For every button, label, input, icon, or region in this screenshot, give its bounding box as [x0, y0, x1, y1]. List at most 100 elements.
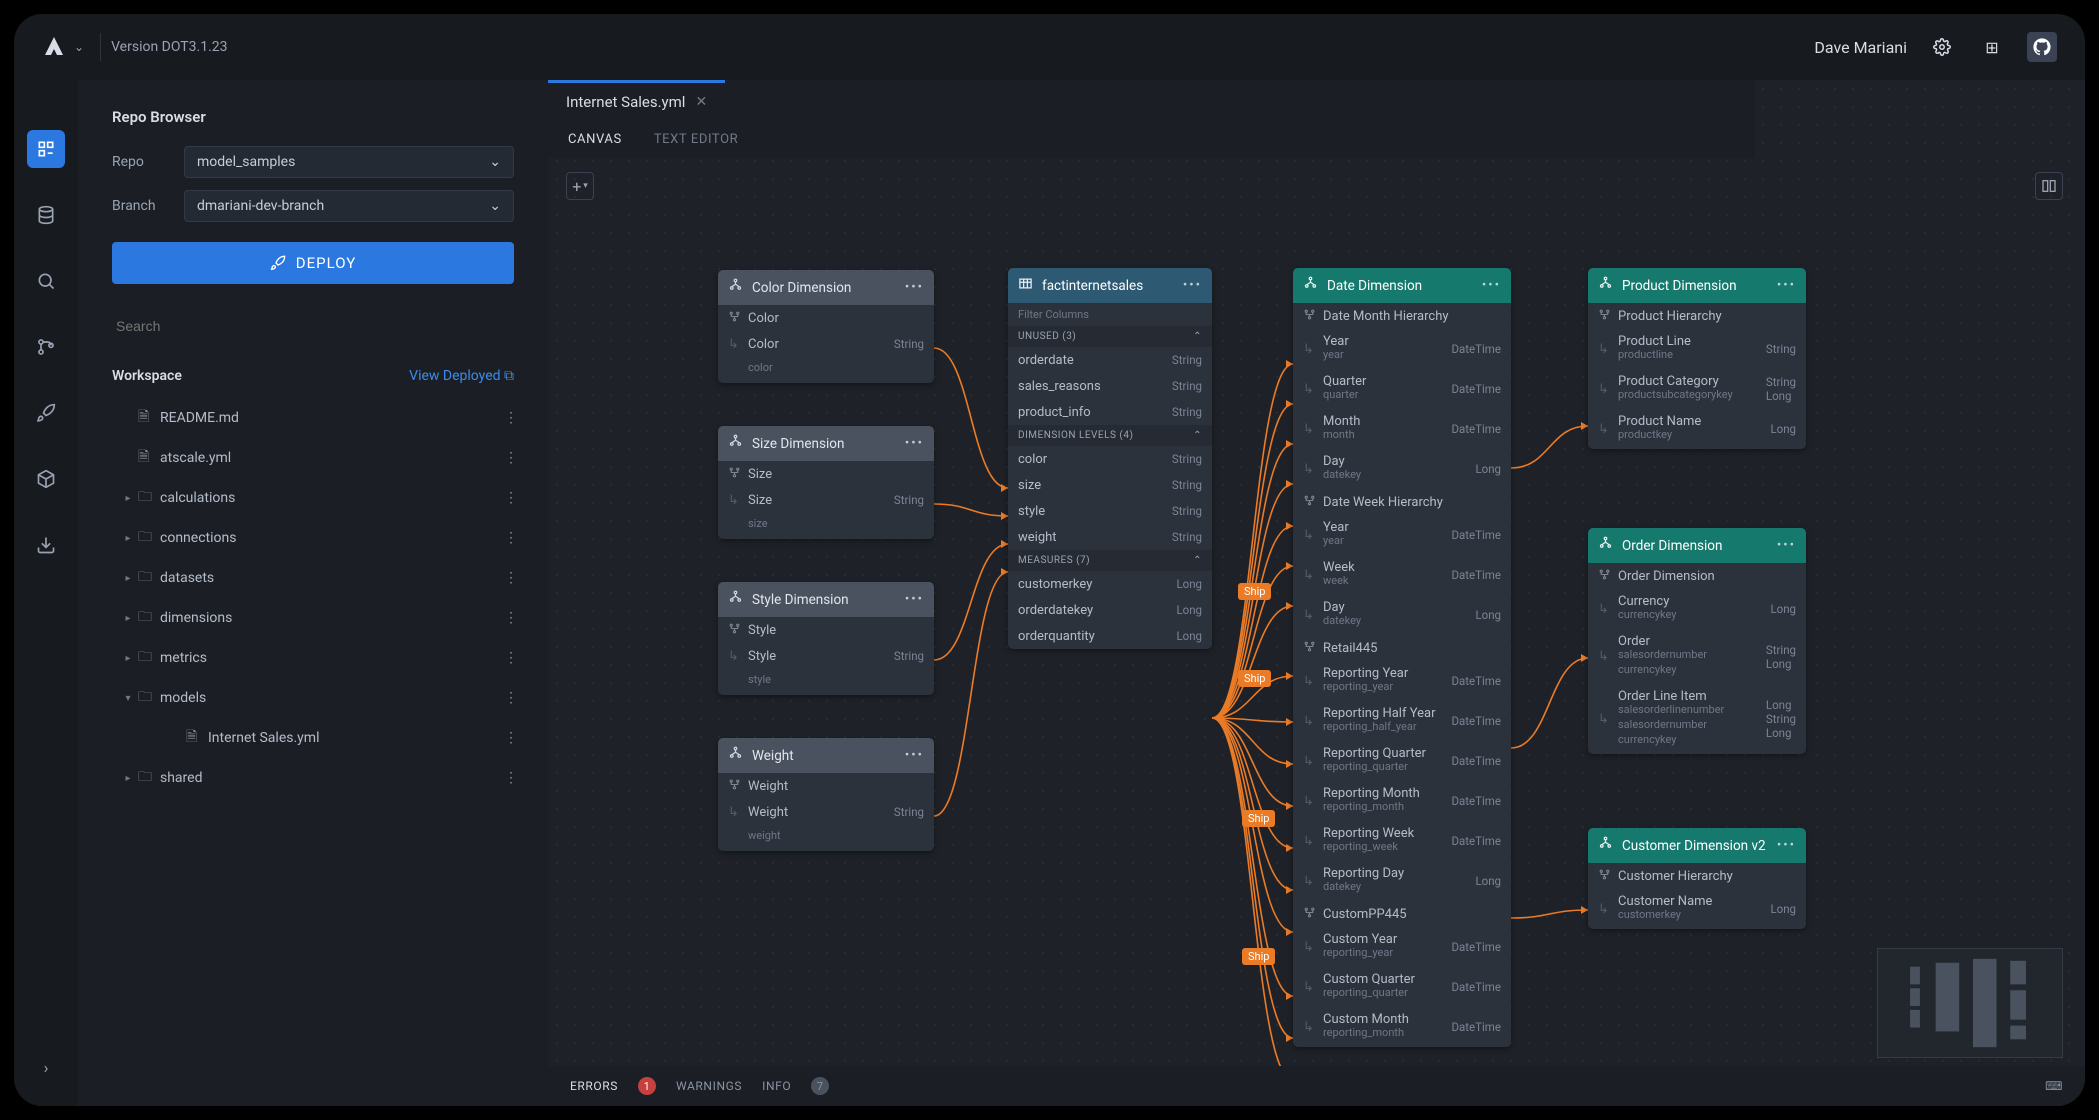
search-input[interactable] — [112, 308, 514, 344]
node-size-dimension[interactable]: Size Dimension••• Size ↳SizeString size — [718, 426, 934, 539]
more-icon[interactable]: ⋮ — [498, 570, 524, 586]
tree-item[interactable]: ▾🗀models⋮ — [94, 678, 532, 718]
status-info[interactable]: INFO — [762, 1079, 791, 1093]
more-icon[interactable]: ••• — [905, 748, 924, 763]
column-row[interactable]: sales_reasonsString — [1008, 373, 1212, 399]
attr-row[interactable]: ↳Product CategoryproductsubcategorykeySt… — [1588, 369, 1806, 409]
apps-grid-icon[interactable]: ⊞ — [1977, 32, 2007, 62]
rail-branch-icon[interactable] — [27, 328, 65, 366]
deploy-button[interactable]: DEPLOY — [112, 242, 514, 284]
more-icon[interactable]: ⋮ — [498, 410, 524, 426]
more-icon[interactable]: ⋮ — [498, 610, 524, 626]
attr-row[interactable]: ↳Reporting Yearreporting_yearDateTime — [1293, 661, 1511, 701]
more-icon[interactable]: ••• — [1777, 538, 1796, 553]
rail-search-icon[interactable] — [27, 262, 65, 300]
status-errors[interactable]: ERRORS — [570, 1079, 618, 1093]
node-order-dimension[interactable]: Order Dimension••• Order Dimension↳Curre… — [1588, 528, 1806, 754]
column-row[interactable]: weightString — [1008, 524, 1212, 550]
column-row[interactable]: sizeString — [1008, 472, 1212, 498]
file-tab[interactable]: Internet Sales.yml ✕ — [548, 80, 725, 119]
column-row[interactable]: orderdatekeyLong — [1008, 597, 1212, 623]
minimap[interactable] — [1877, 948, 2063, 1058]
more-icon[interactable]: ⋮ — [498, 490, 524, 506]
tree-item[interactable]: 🗎README.md⋮ — [94, 398, 532, 438]
tree-item[interactable]: ▸🗀shared⋮ — [94, 758, 532, 798]
github-icon[interactable] — [2027, 32, 2057, 62]
more-icon[interactable]: ••• — [1777, 278, 1796, 293]
tree-item[interactable]: ▸🗀connections⋮ — [94, 518, 532, 558]
tree-item[interactable]: ▸🗀datasets⋮ — [94, 558, 532, 598]
attr-row[interactable]: ↳Reporting Monthreporting_monthDateTime — [1293, 781, 1511, 821]
more-icon[interactable]: ⋮ — [498, 650, 524, 666]
attr-row[interactable]: ↳MonthmonthDateTime — [1293, 409, 1511, 449]
more-icon[interactable]: ⋮ — [498, 770, 524, 786]
keyboard-icon[interactable]: ⌨ — [2045, 1079, 2063, 1093]
tree-item[interactable]: 🗎atscale.yml⋮ — [94, 438, 532, 478]
rail-collapse-icon[interactable]: › — [27, 1048, 65, 1086]
node-style-dimension[interactable]: Style Dimension••• Style ↳StyleString st… — [718, 582, 934, 695]
attr-row[interactable]: ↳Custom Quarterreporting_quarterDateTime — [1293, 967, 1511, 1007]
more-icon[interactable]: ••• — [1183, 278, 1202, 293]
rail-download-icon[interactable] — [27, 526, 65, 564]
attr-row[interactable]: ↳Reporting Weekreporting_weekDateTime — [1293, 821, 1511, 861]
attr-row[interactable]: ↳Reporting DaydatekeyLong — [1293, 861, 1511, 901]
add-node-button[interactable]: + ▾ — [566, 172, 594, 200]
app-menu-chevron[interactable]: ⌄ — [74, 40, 84, 54]
more-icon[interactable]: ⋮ — [498, 450, 524, 466]
node-factinternetsales[interactable]: factinternetsales••• Filter Columns UNUS… — [1008, 268, 1212, 649]
more-icon[interactable]: ••• — [905, 280, 924, 295]
gear-icon[interactable] — [1927, 32, 1957, 62]
more-icon[interactable]: ••• — [1777, 838, 1796, 853]
attr-row[interactable]: ↳QuarterquarterDateTime — [1293, 369, 1511, 409]
attr-row[interactable]: ↳CurrencycurrencykeyLong — [1588, 589, 1806, 629]
node-weight[interactable]: Weight••• Weight ↳WeightString weight — [718, 738, 934, 851]
tree-item[interactable]: ▸🗀calculations⋮ — [94, 478, 532, 518]
layout-toggle-button[interactable] — [2035, 172, 2063, 200]
more-icon[interactable]: ••• — [1482, 278, 1501, 293]
section-measures[interactable]: MEASURES (7)⌃ — [1008, 550, 1212, 571]
node-customer-dimension[interactable]: Customer Dimension v2••• Customer Hierar… — [1588, 828, 1806, 929]
more-icon[interactable]: ⋮ — [498, 530, 524, 546]
node-date-dimension[interactable]: Date Dimension••• Date Month Hierarchy↳Y… — [1293, 268, 1511, 1047]
more-icon[interactable]: ••• — [905, 592, 924, 607]
branch-select[interactable]: dmariani-dev-branch⌄ — [184, 190, 514, 222]
attr-row[interactable]: ↳Customer NamecustomerkeyLong — [1588, 889, 1806, 929]
attr-row[interactable]: ↳WeekweekDateTime — [1293, 555, 1511, 595]
attr-row[interactable]: ↳YearyearDateTime — [1293, 329, 1511, 369]
section-unused[interactable]: UNUSED (3)⌃ — [1008, 326, 1212, 347]
attr-row[interactable]: ↳Product LineproductlineString — [1588, 329, 1806, 369]
column-row[interactable]: styleString — [1008, 498, 1212, 524]
attr-row[interactable]: ↳Order Line Itemsalesorderlinenumbersale… — [1588, 684, 1806, 754]
rail-package-icon[interactable] — [27, 460, 65, 498]
attr-row[interactable]: ↳Reporting Quarterreporting_quarterDateT… — [1293, 741, 1511, 781]
attr-row[interactable]: ↳Custom Yearreporting_yearDateTime — [1293, 927, 1511, 967]
section-dim-levels[interactable]: DIMENSION LEVELS (4)⌃ — [1008, 425, 1212, 446]
tree-item[interactable]: ▸🗀metrics⋮ — [94, 638, 532, 678]
attr-row[interactable]: ↳YearyearDateTime — [1293, 515, 1511, 555]
attr-row[interactable]: ↳DaydatekeyLong — [1293, 449, 1511, 489]
tree-item[interactable]: ▸🗀dimensions⋮ — [94, 598, 532, 638]
filter-columns[interactable]: Filter Columns — [1008, 303, 1212, 326]
view-deployed-link[interactable]: View Deployed ⧉ — [409, 368, 514, 384]
column-row[interactable]: orderquantityLong — [1008, 623, 1212, 649]
more-icon[interactable]: ⋮ — [498, 730, 524, 746]
node-product-dimension[interactable]: Product Dimension••• Product Hierarchy↳P… — [1588, 268, 1806, 449]
column-row[interactable]: colorString — [1008, 446, 1212, 472]
column-row[interactable]: orderdateString — [1008, 347, 1212, 373]
tab-text-editor[interactable]: TEXT EDITOR — [652, 124, 740, 155]
rail-rocket-icon[interactable] — [27, 394, 65, 432]
rail-model-icon[interactable] — [27, 130, 65, 168]
column-row[interactable]: customerkeyLong — [1008, 571, 1212, 597]
tree-item[interactable]: 🗎Internet Sales.yml⋮ — [94, 718, 532, 758]
more-icon[interactable]: ••• — [905, 436, 924, 451]
status-warnings[interactable]: WARNINGS — [676, 1079, 742, 1093]
attr-row[interactable]: ↳DaydatekeyLong — [1293, 595, 1511, 635]
column-row[interactable]: product_infoString — [1008, 399, 1212, 425]
node-color-dimension[interactable]: Color Dimension••• Color ↳ColorString co… — [718, 270, 934, 383]
attr-row[interactable]: ↳Reporting Half Yearreporting_half_yearD… — [1293, 701, 1511, 741]
attr-row[interactable]: ↳Product NameproductkeyLong — [1588, 409, 1806, 449]
attr-row[interactable]: ↳Custom Monthreporting_monthDateTime — [1293, 1007, 1511, 1047]
more-icon[interactable]: ⋮ — [498, 690, 524, 706]
close-icon[interactable]: ✕ — [695, 94, 707, 110]
repo-select[interactable]: model_samples⌄ — [184, 146, 514, 178]
